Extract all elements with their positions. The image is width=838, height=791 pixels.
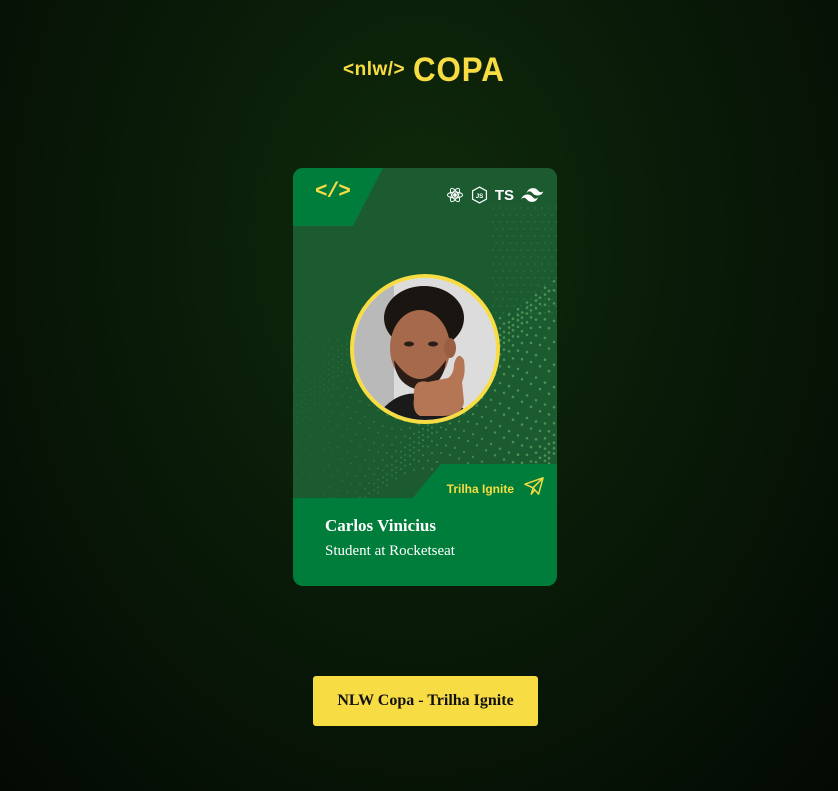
code-tag-icon: </>	[315, 181, 351, 204]
tailwind-icon	[521, 188, 543, 202]
profile-name: Carlos Vinicius	[325, 516, 436, 535]
typescript-icon: TS	[494, 186, 514, 204]
profile-photo	[354, 278, 496, 420]
nlw-copa-trail-button[interactable]: NLW Copa - Trilha Ignite	[313, 676, 538, 726]
card-info: Carlos Vinicius Student at Rocketseat	[325, 516, 455, 560]
trail-badge: Trilha Ignite	[447, 476, 545, 501]
trail-label: Trilha Ignite	[446, 481, 514, 496]
profile-avatar	[350, 274, 500, 424]
logo-copa-text: COPA	[413, 51, 505, 89]
react-icon	[446, 186, 464, 204]
profile-role: Student at Rocketseat	[325, 543, 455, 559]
nlw-copa-logo: <nlw/> COPA	[343, 52, 513, 88]
profile-card: </> JS TS Trilha Ignite Carlos Vinicius …	[293, 168, 557, 586]
svg-text:JS: JS	[476, 193, 484, 200]
paper-plane-icon	[523, 476, 545, 501]
logo-code-text: <nlw/>	[343, 59, 406, 80]
nodejs-icon: JS	[471, 186, 488, 204]
tech-icons: JS TS	[446, 186, 543, 204]
